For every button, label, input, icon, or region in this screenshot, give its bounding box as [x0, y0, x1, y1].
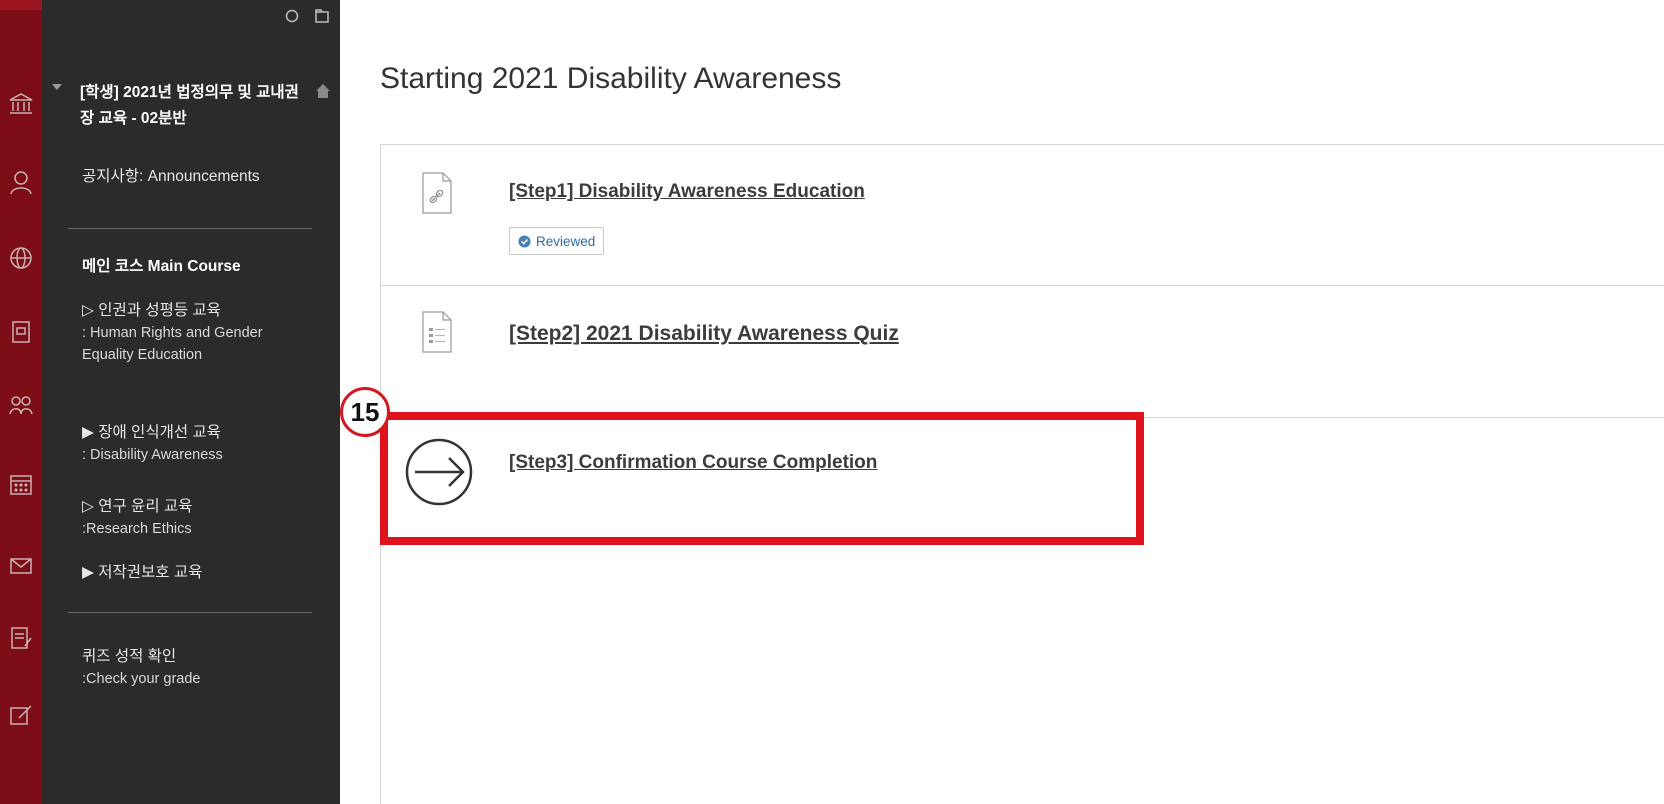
messages-icon[interactable] — [0, 546, 42, 586]
groups-icon[interactable] — [0, 386, 42, 426]
courses-icon[interactable] — [0, 312, 42, 352]
reviewed-label: Reviewed — [536, 233, 596, 249]
link-document-icon — [422, 172, 452, 214]
highlight-box — [380, 412, 1144, 545]
home-icon[interactable] — [314, 82, 332, 100]
menu-item-copyright[interactable]: ▶ 저작권보호 교육 — [82, 562, 322, 584]
profile-icon[interactable] — [0, 162, 42, 202]
menu-item-sublabel: :Research Ethics — [82, 521, 192, 537]
grades-icon[interactable] — [0, 618, 42, 658]
reviewed-badge[interactable]: Reviewed — [509, 227, 605, 255]
menu-item-disability-awareness[interactable]: ▶ 장애 인식개선 교육 : Disability Awareness — [82, 422, 322, 466]
menu-item-human-rights[interactable]: ▷ 인권과 성평등 교육 : Human Rights and Gender E… — [82, 300, 322, 366]
menu-item-sublabel: : Disability Awareness — [82, 447, 223, 463]
check-circle-icon — [518, 235, 531, 247]
test-document-icon — [422, 311, 452, 353]
course-title[interactable]: [학생] 2021년 법정의무 및 교내권장 교육 - 02분반 — [80, 80, 300, 132]
menu-item-label: ▷ 인권과 성평등 교육 — [82, 302, 221, 319]
menu-divider — [68, 228, 312, 229]
calendar-icon[interactable] — [0, 464, 42, 504]
menu-item-label: ▶ 저작권보호 교육 — [82, 564, 203, 581]
step1-link[interactable]: [Step1] Disability Awareness Education — [509, 181, 865, 203]
step-number-badge: 15 — [340, 387, 390, 437]
menu-item-label: ▷ 연구 윤리 교육 — [82, 498, 193, 515]
global-nav-rail — [0, 0, 42, 804]
page-title: Starting 2021 Disability Awareness — [380, 62, 842, 95]
collapse-caret-icon[interactable] — [52, 84, 62, 90]
menu-item-research-ethics[interactable]: ▷ 연구 윤리 교육 :Research Ethics — [82, 496, 322, 540]
menu-tools — [284, 8, 330, 24]
globe-icon[interactable] — [0, 238, 42, 278]
course-menu: [학생] 2021년 법정의무 및 교내권장 교육 - 02분반 공지사항: A… — [42, 0, 340, 804]
institution-icon[interactable] — [0, 84, 42, 124]
rail-top-strip — [0, 0, 42, 10]
main-content: Starting 2021 Disability Awareness [Step… — [340, 0, 1664, 804]
menu-announcements[interactable]: 공지사항: Announcements — [82, 166, 322, 188]
content-item: [Step2] 2021 Disability Awareness Quiz — [381, 286, 1664, 418]
menu-divider — [68, 612, 312, 613]
refresh-icon[interactable] — [284, 8, 300, 24]
menu-item-sublabel: :Check your grade — [82, 671, 201, 687]
menu-item-check-grade[interactable]: 퀴즈 성적 확인 :Check your grade — [82, 646, 322, 690]
content-item: [Step1] Disability Awareness Education R… — [381, 145, 1664, 286]
step2-link[interactable]: [Step2] 2021 Disability Awareness Quiz — [509, 322, 899, 346]
edit-icon[interactable] — [0, 694, 42, 734]
menu-item-label: 퀴즈 성적 확인 — [82, 648, 177, 665]
menu-main-course-heading[interactable]: 메인 코스 Main Course — [82, 256, 322, 278]
menu-item-label: ▶ 장애 인식개선 교육 — [82, 424, 221, 441]
menu-item-sublabel: : Human Rights and Gender Equality Educa… — [82, 325, 263, 363]
folder-view-icon[interactable] — [314, 8, 330, 24]
